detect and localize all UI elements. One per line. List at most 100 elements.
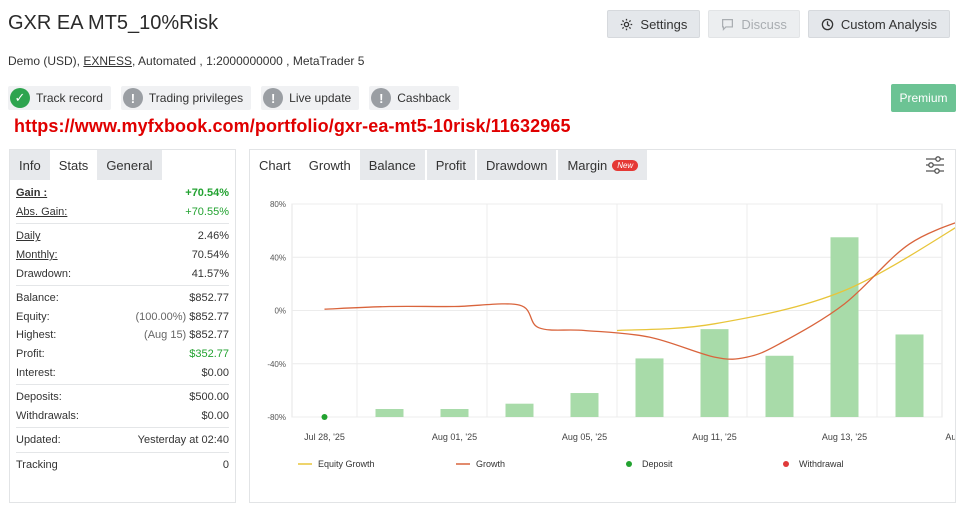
stat-row-deposits: Deposits: $500.00 xyxy=(16,388,229,407)
equity-value-group: (100.00%) $852.77 xyxy=(135,311,229,323)
chart-bar xyxy=(505,403,534,417)
stat-row-monthly: Monthly: 70.54% xyxy=(16,246,229,265)
page-title: GXR EA MT5_10%Risk xyxy=(8,12,219,34)
monthly-label[interactable]: Monthly: xyxy=(16,249,58,261)
stats-tabs: Info Stats General xyxy=(10,150,235,180)
daily-value: 2.46% xyxy=(197,230,229,243)
stat-row-profit: Profit: $352.77 xyxy=(16,345,229,364)
monthly-value: 70.54% xyxy=(191,249,229,262)
x-tick-label: Jul 28, '25 xyxy=(304,432,345,442)
discuss-button[interactable]: Discuss xyxy=(708,10,800,38)
deposits-value: $500.00 xyxy=(189,391,229,404)
equity-percent: (100.00%) xyxy=(135,310,187,323)
x-tick-label: Aug 13, '25 xyxy=(822,432,867,442)
stat-row-balance: Balance: $852.77 xyxy=(16,289,229,308)
chart-bar xyxy=(830,237,859,417)
trading-privileges-badge[interactable]: ! Trading privileges xyxy=(120,86,252,110)
cashback-label: Cashback xyxy=(397,91,451,105)
top-actions: Settings Discuss Custom Analysis xyxy=(607,10,950,38)
withdrawals-label: Withdrawals: xyxy=(16,409,79,422)
chart-bar xyxy=(570,393,599,417)
gain-label[interactable]: Gain : xyxy=(16,187,47,199)
stat-row-tracking: Tracking 0 xyxy=(16,456,229,475)
trading-privileges-label: Trading privileges xyxy=(148,91,244,105)
stat-row-gain: Gain : +70.54% xyxy=(16,184,229,203)
tab-margin[interactable]: Margin New xyxy=(558,150,648,180)
equity-label: Equity: xyxy=(16,310,50,323)
chart-bar xyxy=(440,409,469,417)
legend-label: Equity Growth xyxy=(318,459,375,469)
tab-general[interactable]: General xyxy=(97,150,162,180)
cashback-badge[interactable]: ! Cashback xyxy=(369,86,459,110)
track-record-badge[interactable]: ✓ Track record xyxy=(8,86,111,110)
track-record-label: Track record xyxy=(36,91,103,105)
chart-bar xyxy=(375,409,404,417)
tab-balance[interactable]: Balance xyxy=(359,150,425,180)
chart-bar xyxy=(765,355,794,417)
y-tick-label: -80% xyxy=(267,413,286,422)
tab-stats[interactable]: Stats xyxy=(50,150,98,180)
abs-gain-value: +70.55% xyxy=(185,205,229,218)
tab-profit[interactable]: Profit xyxy=(426,150,476,180)
custom-analysis-label: Custom Analysis xyxy=(840,16,937,32)
legend-label: Withdrawal xyxy=(799,459,844,469)
interest-label: Interest: xyxy=(16,366,56,379)
updated-label: Updated: xyxy=(16,434,61,447)
profit-value: $352.77 xyxy=(189,348,229,361)
stat-row-abs-gain: Abs. Gain: +70.55% xyxy=(16,203,229,222)
highest-value: $852.77 xyxy=(189,329,229,342)
live-update-badge[interactable]: ! Live update xyxy=(261,86,360,110)
y-tick-label: 0% xyxy=(274,307,286,316)
tab-chart[interactable]: Chart xyxy=(250,150,300,180)
portfolio-url[interactable]: https://www.myfxbook.com/portfolio/gxr-e… xyxy=(14,116,571,137)
tracking-value: 0 xyxy=(222,459,229,472)
chart-panel: Chart Growth Balance Profit Drawdown Mar… xyxy=(249,149,956,503)
x-tick-label: Aug 05, '25 xyxy=(562,432,607,442)
divider xyxy=(16,223,229,225)
abs-gain-label[interactable]: Abs. Gain: xyxy=(16,206,67,218)
account-info: Demo (USD), EXNESS, Automated , 1:200000… xyxy=(8,54,364,68)
stats-panel: Info Stats General Gain : +70.54% Abs. G… xyxy=(9,149,236,503)
exclamation-icon: ! xyxy=(371,88,392,108)
broker-link[interactable]: EXNESS xyxy=(83,54,132,68)
highest-value-group: (Aug 15) $852.77 xyxy=(144,329,229,341)
legend-swatch xyxy=(626,461,632,467)
highest-date: (Aug 15) xyxy=(144,329,187,342)
custom-analysis-button[interactable]: Custom Analysis xyxy=(807,10,950,38)
stat-row-withdrawals: Withdrawals: $0.00 xyxy=(16,407,229,426)
stat-row-daily: Daily 2.46% xyxy=(16,227,229,246)
tab-info[interactable]: Info xyxy=(10,150,50,180)
drawdown-label: Drawdown: xyxy=(16,267,72,280)
divider xyxy=(16,284,229,286)
chart-tabs: Chart Growth Balance Profit Drawdown Mar… xyxy=(250,150,955,180)
sliders-icon[interactable] xyxy=(925,156,945,179)
daily-label[interactable]: Daily xyxy=(16,230,40,242)
gear-icon xyxy=(620,18,633,31)
stat-row-equity: Equity: (100.00%) $852.77 xyxy=(16,308,229,327)
divider xyxy=(16,451,229,453)
legend-label: Growth xyxy=(476,459,505,469)
stats-list: Gain : +70.54% Abs. Gain: +70.55% Daily … xyxy=(10,184,235,474)
y-tick-label: -40% xyxy=(267,360,286,369)
legend-label: Deposit xyxy=(642,459,673,469)
drawdown-value: 41.57% xyxy=(191,267,229,280)
y-tick-label: 80% xyxy=(270,200,286,209)
tab-growth[interactable]: Growth xyxy=(300,150,360,180)
chart-bar xyxy=(635,358,664,417)
tab-drawdown[interactable]: Drawdown xyxy=(477,150,557,180)
equity-value: $852.77 xyxy=(189,310,229,323)
stat-row-highest: Highest: (Aug 15) $852.77 xyxy=(16,326,229,345)
check-icon: ✓ xyxy=(10,88,30,108)
stat-row-updated: Updated: Yesterday at 02:40 xyxy=(16,431,229,450)
growth-chart[interactable]: 80% 40% 0% -40% -80% Jul 28, '25 Aug 01, '25 Au… xyxy=(250,180,955,502)
account-type: Demo (USD), xyxy=(8,54,84,68)
settings-button[interactable]: Settings xyxy=(607,10,701,38)
gain-value: +70.54% xyxy=(185,187,229,200)
premium-button[interactable]: Premium xyxy=(891,84,956,112)
exclamation-icon: ! xyxy=(263,88,284,108)
updated-value: Yesterday at 02:40 xyxy=(137,434,229,447)
legend-swatch xyxy=(783,461,789,467)
balance-label: Balance: xyxy=(16,292,59,305)
margin-label: Margin xyxy=(567,157,608,173)
stat-row-interest: Interest: $0.00 xyxy=(16,363,229,382)
